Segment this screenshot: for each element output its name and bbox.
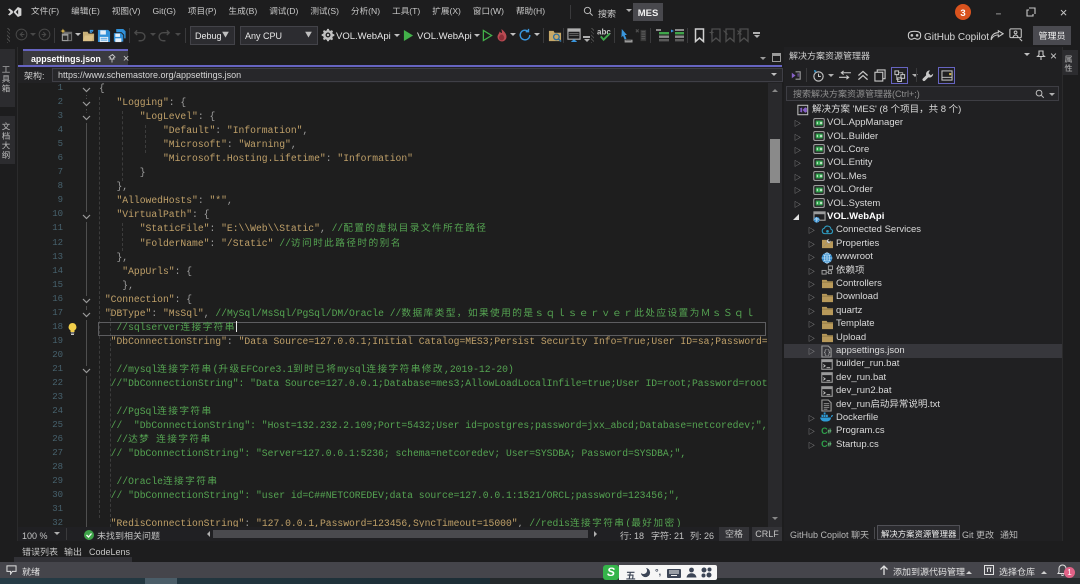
svg-text:#: # [828, 426, 832, 435]
svg-text:{}: {} [823, 350, 831, 357]
svg-text:#: # [828, 439, 832, 448]
